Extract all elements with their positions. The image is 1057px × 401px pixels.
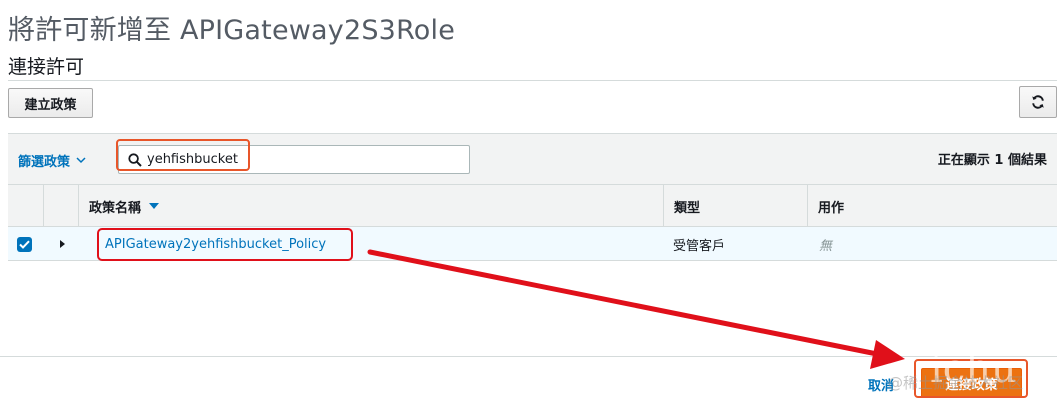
chevron-down-icon: [76, 157, 86, 164]
header-policy-name-label: 政策名稱: [89, 200, 142, 216]
refresh-icon: [1032, 95, 1044, 109]
top-divider: [8, 80, 1057, 81]
refresh-button[interactable]: [1019, 86, 1057, 118]
header-select: [8, 185, 43, 227]
footer-divider: [0, 356, 1057, 357]
header-policy-name[interactable]: 政策名稱: [78, 185, 663, 227]
policy-used-as-cell: 無: [819, 238, 833, 254]
header-expand: [43, 185, 78, 227]
expand-caret-icon[interactable]: [60, 240, 65, 248]
create-policy-button[interactable]: 建立政策: [8, 88, 93, 118]
header-used-as[interactable]: 用作: [807, 185, 1057, 227]
watermark: @稀土掘金技术社区: [888, 374, 1024, 392]
header-type[interactable]: 類型: [663, 185, 807, 227]
result-count: 正在顯示 1 個結果: [937, 153, 1047, 168]
checkmark-icon: [19, 240, 30, 249]
filter-policies-dropdown[interactable]: 篩選政策: [18, 151, 86, 170]
row-expand-cell[interactable]: [43, 227, 78, 261]
search-highlight-box: [116, 139, 250, 171]
row-select-cell[interactable]: [8, 227, 43, 261]
page-title: 將許可新增至 APIGateway2S3Role: [8, 15, 456, 46]
policy-type-cell: 受管客戶: [673, 238, 726, 254]
section-title: 連接許可: [8, 56, 85, 78]
table-header: 政策名稱 類型 用作: [8, 185, 1057, 227]
sort-desc-icon: [149, 203, 160, 209]
filter-label: 篩選政策: [18, 155, 71, 170]
policy-highlight-box: [97, 228, 353, 261]
row-checkbox[interactable]: [17, 236, 32, 252]
